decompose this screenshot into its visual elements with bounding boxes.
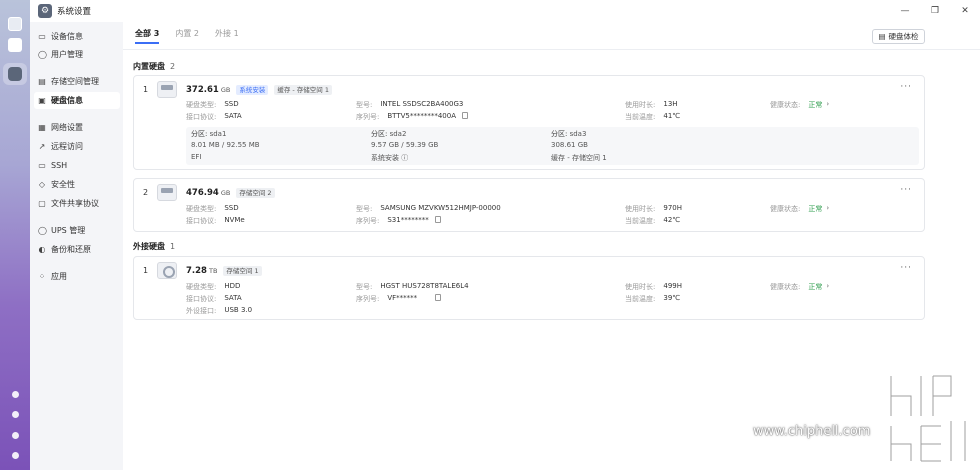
status-badge: 存储空间 1 bbox=[223, 266, 262, 276]
monitor-icon: ▭ bbox=[38, 31, 46, 41]
bell-icon[interactable] bbox=[10, 409, 20, 419]
sidebar-item-label: 文件共享协议 bbox=[51, 199, 99, 208]
monitor-icon[interactable] bbox=[7, 16, 23, 32]
chevron-right-icon: › bbox=[826, 282, 830, 290]
main-panel: 全部 3 内置 2 外接 1 ▤ 硬盘体检 内置硬盘 2 1 372.61 GB… bbox=[123, 22, 980, 470]
sidebar-item-ssh[interactable]: ▭ SSH bbox=[34, 157, 120, 174]
disk-check-button[interactable]: ▤ 硬盘体检 bbox=[872, 29, 925, 44]
sidebar-item-label: 远程访问 bbox=[51, 142, 83, 151]
share-icon: ▢ bbox=[38, 198, 46, 208]
chevron-right-icon: › bbox=[826, 100, 830, 108]
apps-icon[interactable] bbox=[7, 37, 23, 53]
desktop-dock bbox=[0, 0, 30, 470]
minimize-button[interactable]: — bbox=[890, 0, 920, 22]
section-external-title: 外接硬盘 1 bbox=[133, 242, 176, 251]
sidebar-item-users[interactable]: ◯ 用户管理 bbox=[34, 46, 120, 63]
health-status[interactable]: 健康状态: 正常 › bbox=[770, 204, 829, 214]
sidebar-item-label: 安全性 bbox=[51, 180, 75, 189]
sidebar-item-label: UPS 管理 bbox=[51, 226, 86, 235]
network-icon: ▦ bbox=[38, 122, 46, 132]
settings-window: ⚙ 系统设置 — ❐ ✕ ▭ 设备信息 ◯ 用户管理 ▤ 存储空间管理 ▣ 硬盘… bbox=[30, 0, 980, 470]
watermark-logo bbox=[888, 373, 968, 464]
copy-icon[interactable] bbox=[434, 216, 441, 223]
sidebar-item-device-info[interactable]: ▭ 设备信息 bbox=[34, 28, 120, 45]
tab-all[interactable]: 全部 3 bbox=[135, 28, 160, 44]
backup-icon: ◐ bbox=[38, 244, 46, 254]
status-badge: 缓存 - 存储空间 1 bbox=[274, 85, 332, 95]
title-bar: ⚙ 系统设置 — ❐ ✕ bbox=[30, 0, 980, 22]
sidebar-item-apps[interactable]: ⁘ 应用 bbox=[34, 268, 120, 285]
disk-icon: ▣ bbox=[38, 95, 46, 105]
user-icon[interactable] bbox=[10, 430, 20, 440]
gear-icon[interactable] bbox=[10, 450, 20, 460]
clipboard-icon: ▤ bbox=[878, 32, 886, 41]
partition-table: 分区: sda1 8.01 MB / 92.55 MB EFI 分区: sda2… bbox=[186, 127, 919, 165]
sidebar-item-security[interactable]: ◇ 安全性 bbox=[34, 176, 120, 193]
window-title: 系统设置 bbox=[57, 7, 92, 17]
sidebar-item-ups[interactable]: ◯ UPS 管理 bbox=[34, 222, 120, 239]
user-icon: ◯ bbox=[38, 49, 47, 59]
hdd-icon bbox=[157, 262, 177, 279]
sidebar: ▭ 设备信息 ◯ 用户管理 ▤ 存储空间管理 ▣ 硬盘信息 ▦ 网络设置 ↗ 远… bbox=[30, 22, 123, 470]
sidebar-item-disk-info[interactable]: ▣ 硬盘信息 bbox=[34, 92, 120, 109]
health-status[interactable]: 健康状态: 正常 › bbox=[770, 100, 829, 110]
more-icon[interactable]: ··· bbox=[900, 185, 912, 195]
disk-card[interactable]: 1 7.28 TB 存储空间 1 ··· 硬盘类型: HDD 接口协议: SATA … bbox=[133, 256, 925, 320]
status-badge: 存储空间 2 bbox=[236, 188, 275, 198]
more-icon[interactable]: ··· bbox=[900, 82, 912, 92]
tab-divider bbox=[123, 49, 980, 50]
health-status[interactable]: 健康状态: 正常 › bbox=[770, 282, 829, 292]
status-badge: 系统安装 bbox=[236, 85, 269, 95]
remote-icon: ↗ bbox=[38, 141, 46, 151]
settings-icon[interactable] bbox=[3, 63, 27, 85]
sidebar-item-label: 用户管理 bbox=[51, 50, 83, 59]
tab-external[interactable]: 外接 1 bbox=[215, 28, 239, 44]
disk-capacity: 476.94 bbox=[186, 188, 219, 198]
sidebar-item-backup[interactable]: ◐ 备份和还原 bbox=[34, 241, 120, 258]
settings-app-icon: ⚙ bbox=[38, 4, 52, 18]
sidebar-item-label: 硬盘信息 bbox=[51, 96, 83, 105]
sidebar-item-network[interactable]: ▦ 网络设置 bbox=[34, 119, 120, 136]
ssd-icon bbox=[157, 184, 177, 201]
shield-icon: ◇ bbox=[38, 179, 46, 189]
sidebar-item-label: 应用 bbox=[51, 272, 67, 281]
ups-icon: ◯ bbox=[38, 225, 47, 235]
sidebar-item-label: 存储空间管理 bbox=[51, 77, 99, 86]
chevron-right-icon: › bbox=[826, 204, 830, 212]
copy-icon[interactable] bbox=[461, 112, 468, 119]
maximize-button[interactable]: ❐ bbox=[920, 0, 950, 22]
sidebar-item-file-share[interactable]: ▢ 文件共享协议 bbox=[34, 195, 120, 212]
tab-internal[interactable]: 内置 2 bbox=[175, 28, 199, 44]
disk-card[interactable]: 2 476.94 GB 存储空间 2 ··· 硬盘类型: SSD 接口协议: NVM… bbox=[133, 178, 925, 232]
disk-card[interactable]: 1 372.61 GB 系统安装 缓存 - 存储空间 1 ··· 硬盘类型: SS… bbox=[133, 75, 925, 170]
close-button[interactable]: ✕ bbox=[950, 0, 980, 22]
watermark: www.chiphell.com bbox=[753, 424, 871, 439]
ssd-icon bbox=[157, 81, 177, 98]
section-internal-title: 内置硬盘 2 bbox=[133, 62, 176, 71]
more-icon[interactable]: ··· bbox=[900, 263, 912, 273]
copy-icon[interactable] bbox=[435, 294, 442, 301]
terminal-icon: ▭ bbox=[38, 160, 46, 170]
sidebar-item-remote[interactable]: ↗ 远程访问 bbox=[34, 138, 120, 155]
sidebar-item-label: 网络设置 bbox=[51, 123, 83, 132]
info-icon[interactable]: ⓘ bbox=[401, 154, 408, 162]
sidebar-item-storage[interactable]: ▤ 存储空间管理 bbox=[34, 73, 120, 90]
info-icon[interactable] bbox=[10, 389, 20, 399]
sidebar-item-label: 备份和还原 bbox=[51, 245, 91, 254]
apps-icon: ⁘ bbox=[38, 271, 46, 281]
disk-capacity: 7.28 bbox=[186, 266, 207, 276]
sidebar-item-label: 设备信息 bbox=[51, 32, 83, 41]
sidebar-item-label: SSH bbox=[51, 161, 68, 170]
disk-capacity: 372.61 bbox=[186, 85, 219, 95]
storage-icon: ▤ bbox=[38, 76, 46, 86]
tab-bar: 全部 3 内置 2 外接 1 bbox=[135, 28, 255, 44]
